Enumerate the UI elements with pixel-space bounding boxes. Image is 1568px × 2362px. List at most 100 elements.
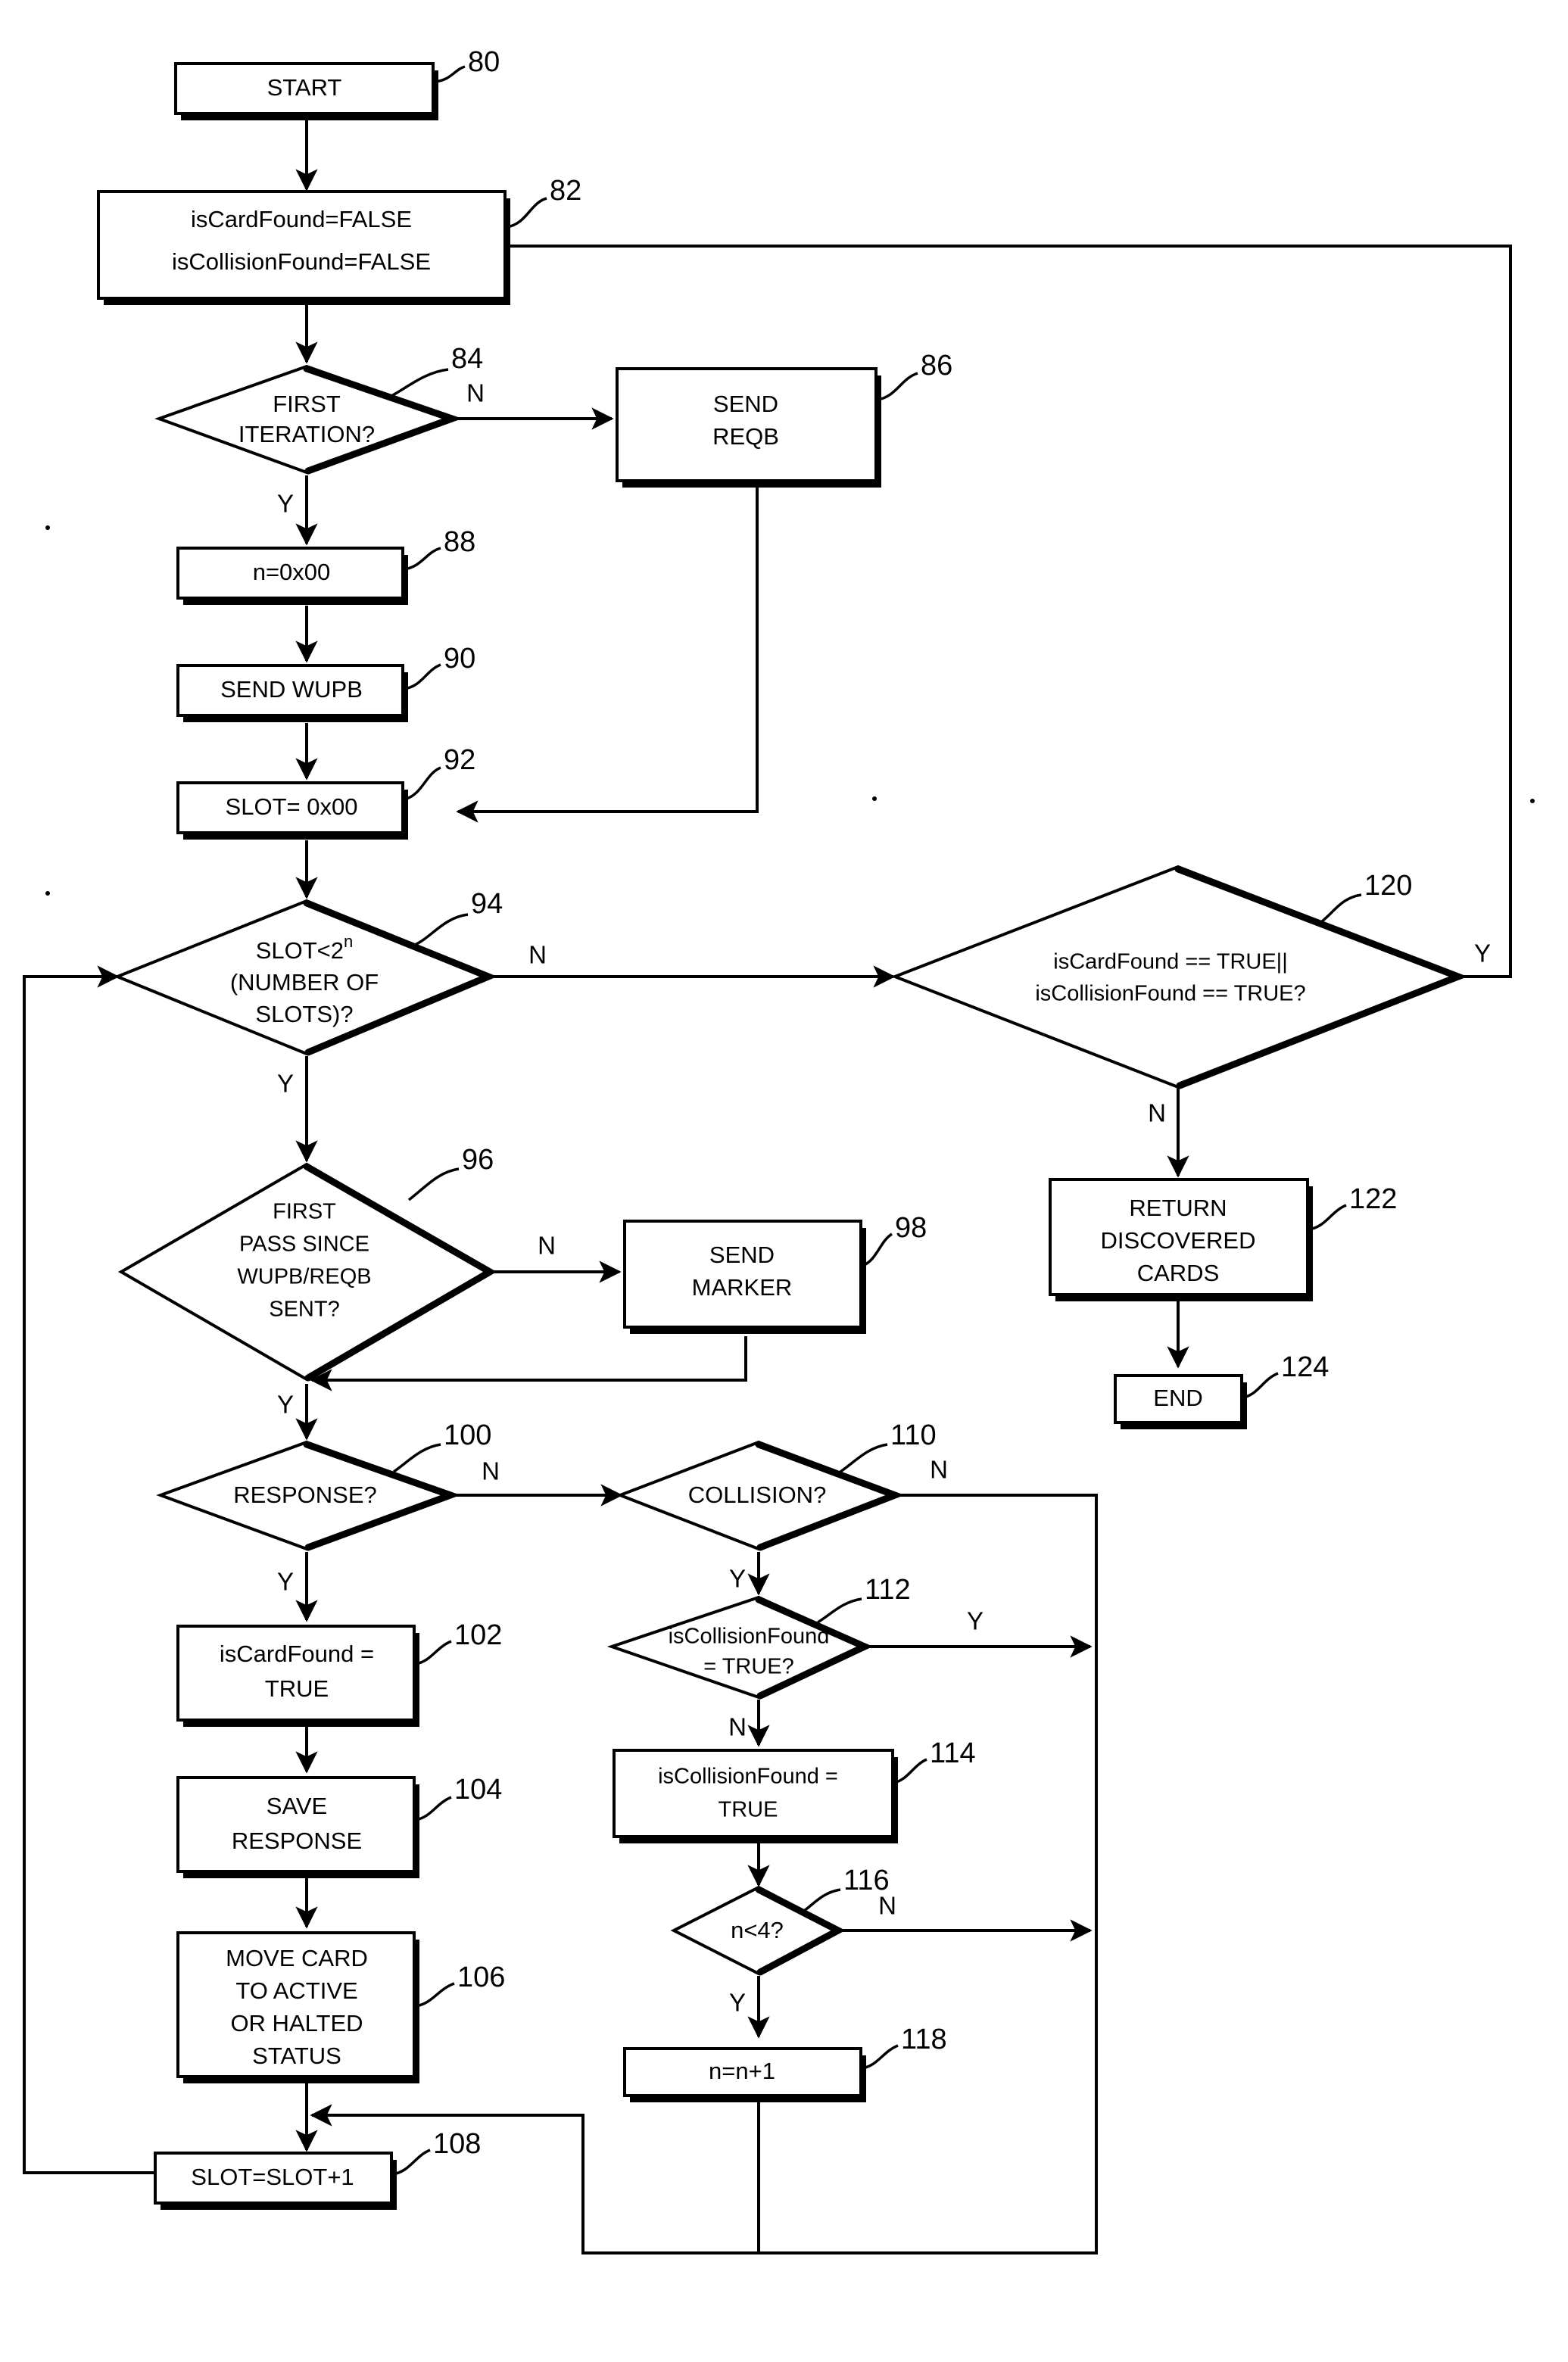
node-102-label-2: TRUE [265, 1675, 329, 1702]
branch-112-y: Y [967, 1607, 984, 1635]
ref-108: 108 [433, 2128, 481, 2160]
node-98-send-marker: SEND MARKER 98 [623, 1212, 927, 1334]
node-82-label-2: isCollisionFound=FALSE [172, 248, 431, 275]
node-94-label-2: (NUMBER OF [230, 969, 379, 996]
node-104-label-1: SAVE [267, 1793, 327, 1819]
leader-116 [803, 1888, 841, 1912]
node-82-init-flags: isCardFound=FALSE isCollisionFound=FALSE… [97, 175, 581, 305]
node-96-label-3: WUPB/REQB [237, 1265, 371, 1289]
leader-88 [404, 547, 441, 571]
leader-82 [506, 197, 547, 229]
node-88-n-init: n=0x00 88 [176, 526, 475, 605]
ref-84: 84 [451, 343, 483, 375]
leader-80 [434, 65, 466, 83]
node-104-label-2: RESPONSE [232, 1828, 362, 1854]
node-98-label-2: MARKER [692, 1274, 793, 1301]
node-96-label-2: PASS SINCE [239, 1232, 369, 1257]
node-86-label-2: REQB [712, 423, 779, 450]
node-110-label: COLLISION? [688, 1482, 827, 1508]
branch-84-n: N [466, 379, 485, 407]
leader-110 [839, 1443, 888, 1473]
ref-96: 96 [462, 1144, 494, 1176]
edge-120y-82 [461, 235, 1512, 978]
ref-124: 124 [1281, 1351, 1329, 1383]
node-102-label-1: isCardFound = [220, 1641, 374, 1667]
ref-122: 122 [1349, 1183, 1397, 1215]
ref-94: 94 [471, 888, 503, 920]
edge-98-join [310, 1336, 747, 1391]
branch-100-n: N [482, 1457, 500, 1485]
node-80-start: START 80 [174, 46, 500, 120]
ref-92: 92 [444, 744, 475, 776]
node-96-label-4: SENT? [269, 1298, 339, 1322]
branch-116-n: N [878, 1892, 896, 1920]
ref-98: 98 [895, 1212, 927, 1244]
ref-86: 86 [921, 350, 952, 382]
node-116-n-less-than-4: n<4? 116 N Y [670, 1865, 896, 2017]
node-100-label: RESPONSE? [233, 1482, 377, 1508]
node-106-label-4: STATUS [252, 2043, 341, 2069]
node-120-label-1: isCardFound == TRUE|| [1053, 950, 1288, 974]
branch-94-y: Y [277, 1070, 294, 1098]
leader-114 [893, 1758, 927, 1784]
branch-100-y: Y [277, 1568, 294, 1596]
leader-118 [862, 2044, 899, 2070]
node-94-slot-compare: SLOT<2n (NUMBER OF SLOTS)? 94 N Y [113, 888, 547, 1098]
ref-80: 80 [468, 46, 500, 78]
node-88-label: n=0x00 [253, 559, 331, 585]
node-122-label-2: DISCOVERED [1101, 1227, 1256, 1254]
artifact-dot-left [45, 525, 50, 530]
branch-110-n: N [930, 1456, 948, 1484]
node-122-return-cards: RETURN DISCOVERED CARDS 122 [1049, 1178, 1397, 1301]
node-82-label-1: isCardFound=FALSE [191, 206, 412, 232]
diamond-84 [154, 364, 459, 475]
leader-94 [414, 913, 469, 946]
node-96-label-1: FIRST [273, 1200, 336, 1224]
node-112-collision-found-check: isCollisionFound = TRUE? 112 Y N [606, 1574, 984, 1741]
node-84-first-iteration: FIRST ITERATION? 84 N Y [154, 343, 485, 518]
node-118-label: n=n+1 [709, 2058, 775, 2084]
node-108-slot-increment: SLOT=SLOT+1 108 [154, 2128, 481, 2210]
node-114-label-1: isCollisionFound = [658, 1765, 838, 1789]
leader-92 [404, 766, 441, 801]
node-94-label-3: SLOTS)? [255, 1001, 353, 1027]
ref-90: 90 [444, 643, 475, 675]
node-96-first-pass: FIRST PASS SINCE WUPB/REQB SENT? 96 N Y [118, 1144, 556, 1419]
branch-116-y: Y [729, 1989, 746, 2017]
branch-96-n: N [538, 1232, 556, 1260]
leader-106 [415, 1982, 455, 2008]
node-104-save-response: SAVE RESPONSE 104 [176, 1774, 502, 1878]
branch-96-y: Y [277, 1391, 294, 1419]
branch-120-y: Y [1474, 940, 1491, 968]
leader-104 [415, 1796, 452, 1821]
flowchart-canvas: START 80 isCardFound=FALSE isCollisionFo… [23, 46, 1535, 2254]
ref-102: 102 [454, 1619, 502, 1651]
node-98-label-1: SEND [709, 1242, 775, 1268]
edge-86-92 [456, 485, 759, 823]
leader-96 [407, 1167, 460, 1201]
node-122-label-1: RETURN [1129, 1195, 1227, 1221]
artifact-dot-mid [872, 796, 877, 801]
node-122-label-3: CARDS [1137, 1260, 1220, 1286]
ref-88: 88 [444, 526, 475, 558]
node-106-move-card: MOVE CARD TO ACTIVE OR HALTED STATUS 106 [176, 1931, 505, 2083]
branch-120-n: N [1148, 1099, 1166, 1127]
node-102-set-card-found: isCardFound = TRUE 102 [176, 1619, 502, 1727]
node-120-label-2: isCollisionFound == TRUE? [1035, 982, 1305, 1006]
node-84-label-2: ITERATION? [238, 421, 375, 447]
node-110-collision: COLLISION? 110 N Y [616, 1419, 948, 1593]
branch-112-n: N [728, 1713, 747, 1741]
ref-104: 104 [454, 1774, 502, 1806]
flowchart-figure: START 80 isCardFound=FALSE isCollisionFo… [0, 0, 1568, 2362]
node-106-label-1: MOVE CARD [226, 1945, 368, 1971]
ref-120: 120 [1364, 870, 1412, 902]
leader-90 [404, 663, 441, 690]
leader-120 [1317, 893, 1362, 925]
node-124-end: END 124 [1114, 1351, 1329, 1429]
leader-102 [415, 1640, 452, 1666]
node-124-label: END [1153, 1385, 1202, 1411]
leader-86 [877, 372, 918, 401]
node-108-label: SLOT=SLOT+1 [191, 2164, 354, 2190]
ref-110: 110 [890, 1419, 937, 1451]
ref-118: 118 [901, 2024, 947, 2055]
